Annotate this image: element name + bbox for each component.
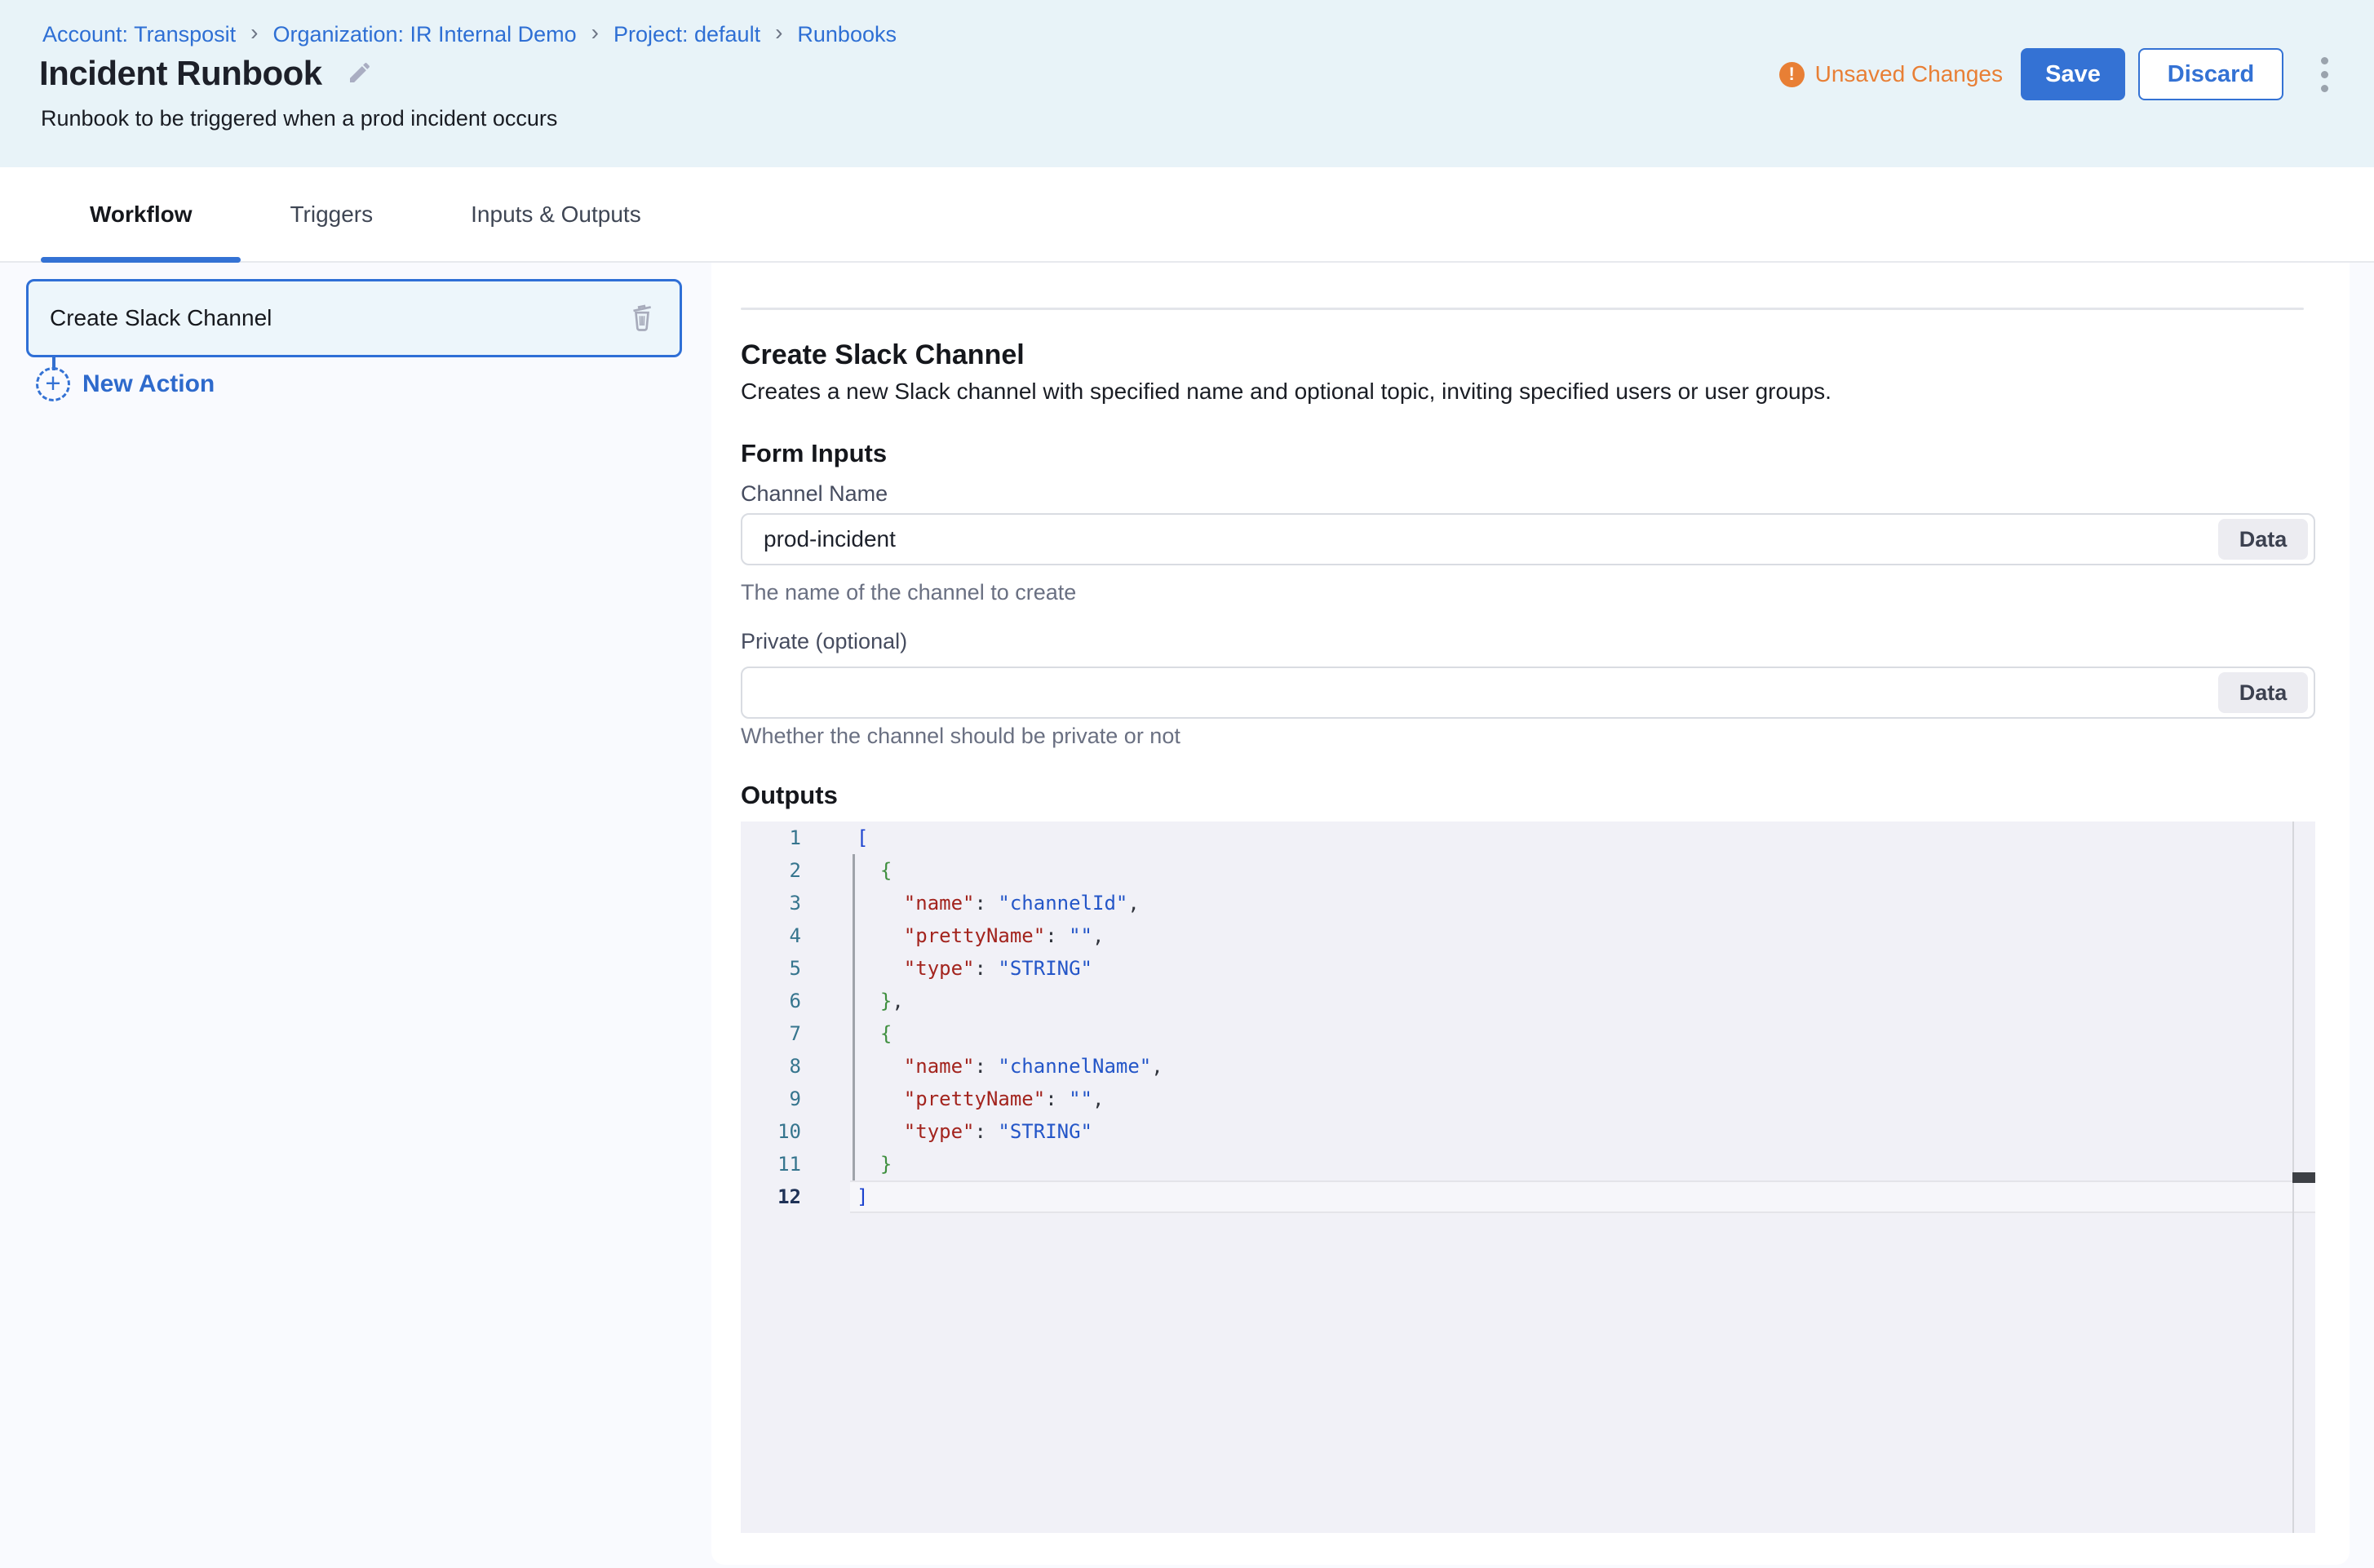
line-number: 9	[741, 1087, 801, 1110]
private-input-wrap: Data	[741, 667, 2315, 719]
private-help: Whether the channel should be private or…	[741, 724, 1180, 749]
tab-bar: Workflow Triggers Inputs & Outputs	[0, 167, 2374, 263]
form-inputs-heading: Form Inputs	[741, 439, 887, 468]
plus-icon: +	[36, 367, 70, 401]
breadcrumb-project-link[interactable]: Project: default	[613, 22, 760, 47]
tab-triggers[interactable]: Triggers	[241, 167, 422, 261]
code-text: ]	[857, 1185, 868, 1208]
edit-title-button[interactable]	[347, 60, 373, 88]
kebab-dot	[2321, 71, 2328, 78]
action-detail-description: Creates a new Slack channel with specifi…	[741, 379, 1831, 405]
line-number: 6	[741, 990, 801, 1012]
save-button[interactable]: Save	[2021, 48, 2125, 100]
workflow-action-card-create-slack-channel[interactable]: Create Slack Channel	[26, 279, 682, 357]
action-detail-card: Create Slack Channel Creates a new Slack…	[711, 263, 2350, 1565]
code-line[interactable]: 3 "name": "channelId",	[741, 887, 2315, 919]
workflow-steps-panel: Create Slack Channel	[0, 263, 711, 1568]
line-number: 3	[741, 892, 801, 915]
code-line[interactable]: 2 {	[741, 854, 2315, 887]
code-text: "prettyName": "",	[857, 1087, 1104, 1110]
private-label: Private (optional)	[741, 629, 907, 654]
line-number: 12	[741, 1185, 801, 1208]
channel-name-input[interactable]	[764, 515, 2218, 564]
new-action-label: New Action	[82, 370, 215, 398]
pencil-icon	[347, 60, 373, 88]
code-line[interactable]: 9 "prettyName": "",	[741, 1083, 2315, 1115]
breadcrumb-account-link[interactable]: Account: Transposit	[42, 22, 236, 47]
channel-name-input-wrap: Data	[741, 513, 2315, 565]
outputs-heading: Outputs	[741, 781, 838, 810]
code-line[interactable]: 4 "prettyName": "",	[741, 919, 2315, 952]
trash-icon	[626, 301, 658, 336]
code-line[interactable]: 6 },	[741, 985, 2315, 1017]
kebab-dot	[2321, 57, 2328, 64]
code-text: [	[857, 826, 868, 849]
breadcrumb-organization-link[interactable]: Organization: IR Internal Demo	[272, 22, 576, 47]
breadcrumb-runbooks-link[interactable]: Runbooks	[797, 22, 897, 47]
tab-workflow[interactable]: Workflow	[41, 167, 241, 261]
line-number: 8	[741, 1055, 801, 1078]
outputs-code-editor[interactable]: 1[2 {3 "name": "channelId",4 "prettyName…	[741, 822, 2315, 1533]
code-text: {	[857, 1022, 892, 1045]
private-data-button[interactable]: Data	[2218, 672, 2308, 713]
action-detail-title: Create Slack Channel	[741, 339, 1025, 371]
warning-icon: !	[1779, 62, 1805, 87]
more-options-button[interactable]	[2314, 51, 2335, 99]
header-actions: ! Unsaved Changes Save Discard	[1779, 47, 2335, 101]
code-text: },	[857, 990, 904, 1012]
indent-guide-line	[853, 854, 855, 1180]
code-line[interactable]: 11 }	[741, 1148, 2315, 1180]
page-title: Incident Runbook	[39, 54, 322, 93]
kebab-dot	[2321, 85, 2328, 92]
code-line[interactable]: 12]	[741, 1180, 2315, 1213]
code-text: "name": "channelId",	[857, 892, 1140, 915]
action-card-label: Create Slack Channel	[50, 305, 626, 331]
new-action-button[interactable]: + New Action	[36, 367, 215, 401]
top-divider	[741, 308, 2304, 310]
channel-name-label: Channel Name	[741, 481, 888, 507]
chevron-right-icon: ›	[250, 20, 258, 46]
code-text: "type": "STRING"	[857, 1120, 1092, 1143]
runbook-description: Runbook to be triggered when a prod inci…	[41, 106, 557, 131]
page-header: Account: Transposit › Organization: IR I…	[0, 0, 2374, 167]
private-input[interactable]	[764, 668, 2218, 717]
chevron-right-icon: ›	[775, 20, 782, 46]
unsaved-changes-label: Unsaved Changes	[1815, 61, 2003, 87]
unsaved-changes-badge: ! Unsaved Changes	[1779, 61, 2003, 87]
runbook-editor-page: Account: Transposit › Organization: IR I…	[0, 0, 2374, 1568]
channel-name-data-button[interactable]: Data	[2218, 519, 2308, 560]
page-body: Create Slack Channel	[0, 263, 2374, 1568]
tab-inputs-outputs[interactable]: Inputs & Outputs	[422, 167, 690, 261]
editor-scrollbar-thumb[interactable]	[2292, 1172, 2315, 1183]
line-number: 4	[741, 924, 801, 947]
line-number: 2	[741, 859, 801, 882]
code-text: "prettyName": "",	[857, 924, 1104, 947]
channel-name-help: The name of the channel to create	[741, 580, 1076, 605]
line-number: 7	[741, 1022, 801, 1045]
code-line[interactable]: 7 {	[741, 1017, 2315, 1050]
code-text: }	[857, 1153, 892, 1176]
code-text: "type": "STRING"	[857, 957, 1092, 980]
code-line[interactable]: 8 "name": "channelName",	[741, 1050, 2315, 1083]
delete-action-button[interactable]	[626, 301, 658, 336]
code-line[interactable]: 10 "type": "STRING"	[741, 1115, 2315, 1148]
line-number: 11	[741, 1153, 801, 1176]
line-number: 10	[741, 1120, 801, 1143]
line-number: 1	[741, 826, 801, 849]
line-number: 5	[741, 957, 801, 980]
code-line[interactable]: 5 "type": "STRING"	[741, 952, 2315, 985]
discard-button[interactable]: Discard	[2138, 48, 2283, 100]
code-text: "name": "channelName",	[857, 1055, 1163, 1078]
chevron-right-icon: ›	[591, 20, 599, 46]
title-row: Incident Runbook	[39, 54, 373, 93]
code-line[interactable]: 1[	[741, 822, 2315, 854]
breadcrumb: Account: Transposit › Organization: IR I…	[42, 21, 897, 47]
code-text: {	[857, 859, 892, 882]
